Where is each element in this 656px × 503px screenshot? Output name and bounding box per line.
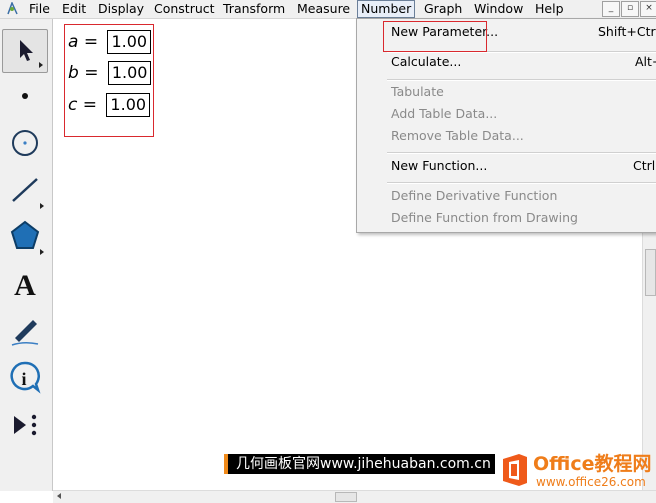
shortcut-calculate: Alt+: [635, 54, 656, 69]
scroll-left-icon[interactable]: [57, 493, 61, 499]
parameter-a[interactable]: a = 1.00: [68, 30, 152, 54]
parameter-value[interactable]: 1.00: [107, 30, 152, 54]
info-icon: i: [10, 361, 41, 394]
restore-button[interactable]: ▫: [621, 1, 639, 17]
vertical-scroll-thumb[interactable]: [645, 249, 656, 296]
toolbar: A i: [0, 19, 53, 491]
menu-display[interactable]: Display: [95, 1, 147, 17]
text-tool-glyph: A: [14, 269, 36, 302]
shortcut-new-parameter: Shift+Ctrl+: [598, 24, 656, 39]
watermark-url: www.office26.com: [536, 475, 646, 489]
parameter-name: a: [68, 32, 79, 52]
parameter-equals: =: [82, 95, 98, 115]
watermark-jihehuaban: 几何画板官网www.jihehuaban.com.cn: [224, 454, 495, 474]
menu-item-remove-table-data: Remove Table Data...: [391, 128, 524, 143]
parameter-c[interactable]: c = 1.00: [68, 93, 151, 117]
parameter-value[interactable]: 1.00: [106, 93, 151, 117]
menu-separator: [387, 79, 656, 81]
tool-submenu-indicator: [39, 62, 43, 68]
menu-graph[interactable]: Graph: [421, 1, 465, 17]
vertical-scrollbar[interactable]: [642, 231, 656, 491]
point-tool[interactable]: [2, 75, 48, 121]
close-button[interactable]: ×: [640, 1, 656, 17]
compass-tool[interactable]: [2, 121, 48, 167]
shortcut-new-function: Ctrl+: [633, 158, 656, 173]
menu-bar: File Edit Display Construct Transform Me…: [0, 0, 656, 19]
custom-tools-icon: [14, 414, 37, 436]
horizontal-scroll-thumb[interactable]: [335, 492, 357, 502]
menu-help[interactable]: Help: [532, 1, 567, 17]
parameter-equals: =: [84, 63, 99, 83]
arrow-tool[interactable]: [2, 29, 48, 73]
parameter-b[interactable]: b = 1.00: [68, 61, 152, 85]
info-tool-glyph: i: [21, 369, 26, 389]
menu-transform[interactable]: Transform: [220, 1, 288, 17]
straightedge-tool[interactable]: [2, 167, 48, 213]
parameter-equals: =: [83, 32, 99, 52]
tool-submenu-indicator: [40, 203, 44, 209]
menu-window[interactable]: Window: [471, 1, 526, 17]
menu-item-new-function[interactable]: New Function...: [391, 157, 487, 175]
menu-number[interactable]: Number: [357, 0, 416, 18]
menu-separator: [387, 152, 656, 154]
menu-edit[interactable]: Edit: [59, 1, 89, 17]
new-parameter-highlight-box: [383, 21, 487, 52]
menu-item-tabulate: Tabulate: [391, 84, 444, 99]
polygon-tool[interactable]: [2, 213, 48, 259]
parameter-name: c: [68, 95, 78, 115]
menu-item-define-function-from-drawing: Define Function from Drawing: [391, 210, 578, 225]
custom-tool[interactable]: [2, 402, 48, 448]
text-a-icon: A: [14, 269, 36, 302]
office-logo-icon: [503, 454, 527, 486]
tool-submenu-indicator: [40, 249, 44, 255]
parameter-name: b: [68, 63, 79, 83]
text-tool[interactable]: A: [2, 261, 48, 307]
menu-separator: [387, 182, 656, 184]
menu-measure[interactable]: Measure: [294, 1, 353, 17]
horizontal-scrollbar[interactable]: [53, 490, 656, 503]
menu-construct[interactable]: Construct: [151, 1, 218, 17]
menu-item-calculate[interactable]: Calculate...: [391, 53, 461, 71]
information-tool[interactable]: i: [2, 355, 48, 401]
menu-file[interactable]: File: [26, 1, 53, 17]
point-icon: [22, 93, 28, 99]
marker-tool[interactable]: [2, 308, 48, 354]
app-icon[interactable]: [6, 2, 19, 15]
watermark-brand: Office教程网: [533, 453, 652, 475]
compass-icon: [12, 130, 38, 156]
pen-marker-icon: [11, 320, 39, 346]
menu-item-define-derivative-function: Define Derivative Function: [391, 188, 558, 203]
minimize-button[interactable]: _: [602, 1, 620, 17]
parameter-value[interactable]: 1.00: [107, 61, 152, 85]
menu-item-add-table-data: Add Table Data...: [391, 106, 498, 121]
